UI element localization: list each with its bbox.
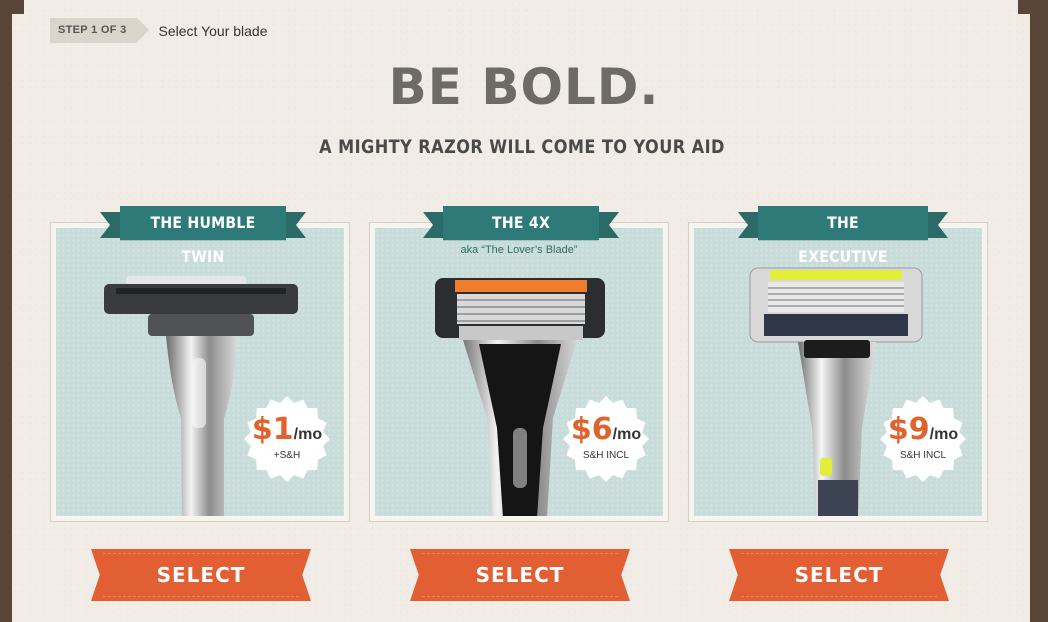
price-badge: $9/mo S&H INCL xyxy=(880,396,966,482)
price-amount: $9 xyxy=(887,412,930,447)
product-name: THE EXECUTIVE xyxy=(798,213,888,266)
select-executive-button[interactable]: SELECT xyxy=(729,549,949,601)
step-breadcrumb: STEP 1 OF 3 Select Your blade xyxy=(50,18,268,43)
product-name-ribbon: THE 4X xyxy=(423,206,599,240)
price-note: S&H INCL xyxy=(582,450,630,461)
product-aka: aka “The Lover’s Blade” xyxy=(460,244,578,256)
select-humble-twin-button[interactable]: SELECT xyxy=(91,549,311,601)
product-image-area: aka “The Lover’s Blade” $6/mo S&H INCL xyxy=(375,228,663,516)
price-amount: $1 xyxy=(251,412,294,447)
step-label: Select Your blade xyxy=(158,22,268,39)
product-name-ribbon: THE HUMBLE TWIN xyxy=(100,206,286,266)
product-card-4x[interactable]: aka “The Lover’s Blade” $6/mo S&H INCL xyxy=(369,222,669,522)
product-name: THE 4X xyxy=(491,213,551,232)
price-note: S&H INCL xyxy=(899,450,947,461)
price-note: +S&H xyxy=(273,450,301,461)
price-badge: $1/mo +S&H xyxy=(244,396,330,482)
price-unit: /mo xyxy=(293,426,323,443)
frame-corner-left xyxy=(8,0,24,14)
price-unit: /mo xyxy=(929,426,959,443)
step-badge: STEP 1 OF 3 xyxy=(50,18,148,43)
select-4x-button[interactable]: SELECT xyxy=(410,549,630,601)
price-amount: $6 xyxy=(570,412,613,447)
page-headline: BE BOLD. xyxy=(388,58,660,116)
price-badge: $6/mo S&H INCL xyxy=(563,396,649,482)
select-label: SELECT xyxy=(475,563,565,587)
product-name-ribbon: THE EXECUTIVE xyxy=(738,206,928,266)
select-label: SELECT xyxy=(156,563,246,587)
product-name: THE HUMBLE TWIN xyxy=(150,213,256,266)
page-subhead: A MIGHTY RAZOR WILL COME TO YOUR AID xyxy=(319,136,725,158)
price-unit: /mo xyxy=(612,426,642,443)
frame-corner-right xyxy=(1018,0,1034,14)
select-label: SELECT xyxy=(794,563,884,587)
